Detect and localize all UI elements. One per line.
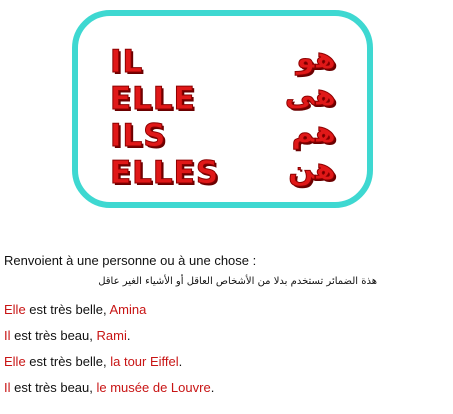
example-noun: Amina [109, 302, 147, 317]
example-verb-phrase: est très beau, [10, 380, 97, 395]
example-noun: Rami [96, 328, 127, 343]
arabic-note: هذة الضمائر تستخدم بدلا من الأشخاص العاق… [98, 276, 377, 287]
example-end: . [210, 380, 215, 395]
pronoun-fr-elles: ELLES [109, 155, 220, 191]
example-pronoun: Elle [4, 354, 26, 369]
pronoun-fr-ils: ILS [110, 118, 167, 154]
example-noun: le musée de Louvre [96, 380, 211, 395]
example-verb-phrase: est très belle, [25, 354, 111, 369]
example-line: Il est très beau, Rami. [4, 328, 130, 343]
example-end: . [126, 328, 131, 343]
intro-text: Renvoient à une personne ou à une chose … [4, 253, 257, 268]
pronoun-ar-hunna: هن [288, 152, 337, 187]
example-pronoun: Elle [4, 302, 26, 317]
example-line: Elle est très belle, la tour Eiffel. [4, 354, 182, 369]
pronoun-fr-elle: ELLE [110, 81, 196, 117]
pronoun-fr-il: IL [109, 44, 144, 80]
pronoun-ar-huwa: هو [296, 41, 337, 76]
example-line: Elle est très belle, Amina [4, 302, 146, 317]
example-end: . [178, 354, 183, 369]
pronoun-ar-hiya: هى [284, 78, 336, 113]
example-verb-phrase: est très belle, [25, 302, 110, 317]
pronoun-ar-hum: هم [291, 115, 336, 150]
example-verb-phrase: est très beau, [10, 328, 97, 343]
example-line: Il est très beau, le musée de Louvre. [4, 380, 214, 395]
example-noun: la tour Eiffel [110, 354, 179, 369]
